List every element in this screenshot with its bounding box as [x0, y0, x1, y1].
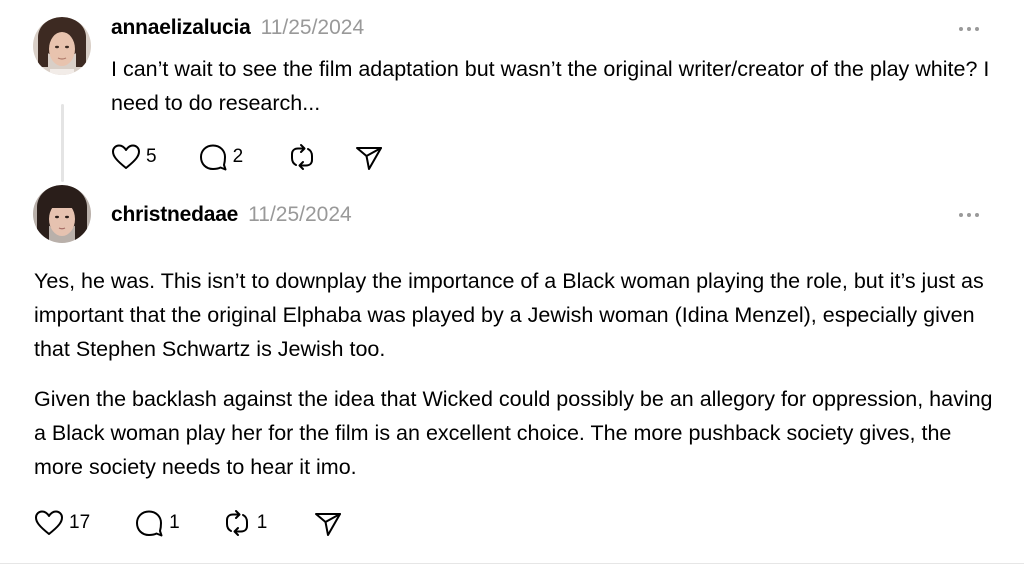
post-actions: 17 1 1: [34, 508, 343, 538]
reply-count: 2: [232, 146, 244, 167]
share-button[interactable]: [313, 509, 343, 537]
share-icon: [356, 147, 383, 170]
username[interactable]: christnedaae: [111, 203, 238, 227]
share-button[interactable]: [354, 143, 384, 171]
repost-button[interactable]: [287, 143, 322, 171]
more-icon[interactable]: [956, 22, 982, 36]
timestamp: 11/25/2024: [260, 16, 365, 39]
repost-icon: [291, 144, 314, 170]
post-actions: 5 2: [111, 142, 384, 172]
divider: [0, 563, 1024, 564]
more-icon[interactable]: [956, 208, 982, 222]
like-count: 5: [146, 146, 157, 167]
post-header: annaelizalucia 11/25/2024: [111, 12, 364, 44]
like-button[interactable]: 17: [34, 509, 90, 537]
username[interactable]: annaelizalucia: [111, 16, 251, 40]
reply-button[interactable]: 2: [198, 143, 244, 171]
post-text-paragraph: Given the backlash against the idea that…: [34, 387, 993, 479]
repost-count: 1: [256, 512, 268, 533]
comment-icon: [199, 144, 227, 171]
reply-count: 1: [169, 512, 180, 533]
like-button[interactable]: 5: [111, 143, 157, 171]
timestamp: 11/25/2024: [248, 203, 352, 226]
post-header: christnedaae 11/25/2024: [111, 199, 352, 231]
heart-icon: [35, 510, 63, 535]
avatar[interactable]: [33, 17, 91, 75]
repost-icon: [225, 510, 248, 536]
reply-button[interactable]: 1: [134, 509, 180, 537]
comment-icon: [136, 510, 163, 537]
like-count: 17: [69, 512, 91, 533]
avatar[interactable]: [33, 185, 91, 243]
heart-icon: [112, 144, 140, 169]
thread-line: [61, 104, 64, 182]
post-text: I can’t wait to see the film adaptation …: [111, 57, 990, 115]
repost-button[interactable]: 1: [222, 509, 268, 537]
post-text-paragraph: Yes, he was. This isn’t to downplay the …: [34, 269, 984, 361]
share-icon: [315, 513, 342, 536]
